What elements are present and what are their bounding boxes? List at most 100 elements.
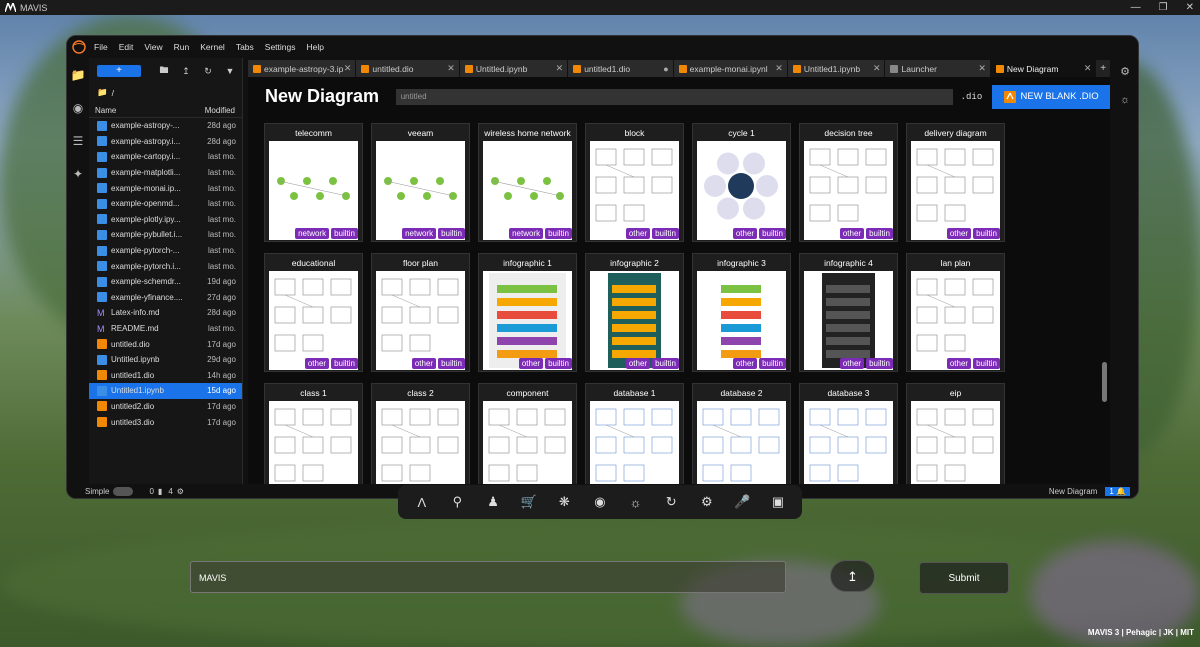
close-button[interactable]: ✕ bbox=[1186, 0, 1194, 15]
template-card[interactable]: infographic 1 other builtin bbox=[478, 253, 577, 372]
file-row[interactable]: example-pybullet.i... last mo. bbox=[89, 227, 242, 243]
template-card[interactable]: block other builtin bbox=[585, 123, 684, 242]
template-card[interactable]: componentsoftwarebuiltin bbox=[478, 383, 577, 498]
running-icon[interactable]: ◉ bbox=[67, 91, 89, 124]
file-row[interactable]: example-yfinance.... 27d ago bbox=[89, 290, 242, 306]
tab-close-icon[interactable]: ✕ bbox=[978, 63, 986, 74]
tab-close-icon[interactable]: ✕ bbox=[1084, 63, 1092, 74]
file-row[interactable]: untitled2.dio 17d ago bbox=[89, 399, 242, 415]
template-thumbnail[interactable] bbox=[590, 271, 679, 370]
tab-close-icon[interactable]: ✕ bbox=[447, 63, 455, 74]
tab-close-icon[interactable]: ✕ bbox=[873, 63, 881, 74]
minimize-button[interactable]: — bbox=[1131, 0, 1141, 15]
file-row[interactable]: M Latex-info.md 28d ago bbox=[89, 305, 242, 321]
file-row[interactable]: untitled3.dio 17d ago bbox=[89, 414, 242, 430]
refresh-icon[interactable]: ↻ bbox=[201, 66, 215, 77]
maximize-button[interactable]: ❐ bbox=[1159, 0, 1168, 15]
template-card[interactable]: telecomm network builtin bbox=[264, 123, 363, 242]
template-card[interactable]: veeam network builtin bbox=[371, 123, 470, 242]
cart-icon[interactable]: 🛒 bbox=[517, 494, 541, 510]
template-card[interactable]: decision tree other builtin bbox=[799, 123, 898, 242]
menu-file[interactable]: File bbox=[94, 42, 108, 52]
extension-icon[interactable]: ✦ bbox=[67, 157, 89, 190]
template-thumbnail[interactable] bbox=[269, 271, 358, 370]
file-row[interactable]: example-astropy.i... 28d ago bbox=[89, 134, 242, 150]
menu-help[interactable]: Help bbox=[307, 42, 324, 52]
search-icon[interactable]: ⚲ bbox=[445, 494, 469, 510]
menu-edit[interactable]: Edit bbox=[119, 42, 134, 52]
scrollbar-thumb[interactable] bbox=[1102, 362, 1107, 402]
template-card[interactable]: cycle 1 other builtin bbox=[692, 123, 791, 242]
template-thumbnail[interactable] bbox=[590, 141, 679, 240]
menu-settings[interactable]: Settings bbox=[265, 42, 296, 52]
tab[interactable]: New Diagram ✕ bbox=[990, 60, 1097, 77]
template-thumbnail[interactable] bbox=[376, 141, 465, 240]
filter-icon[interactable]: ▼ bbox=[223, 66, 237, 76]
tab[interactable]: Untitled1.ipynb ✕ bbox=[787, 60, 886, 77]
screenshot-icon[interactable]: ▣ bbox=[766, 494, 790, 510]
file-row[interactable]: Untitled.ipynb 29d ago bbox=[89, 352, 242, 368]
template-thumbnail[interactable] bbox=[697, 271, 786, 370]
diagram-name-input[interactable] bbox=[395, 88, 953, 105]
template-thumbnail[interactable] bbox=[804, 141, 893, 240]
template-thumbnail[interactable] bbox=[483, 141, 572, 240]
file-row[interactable]: example-monai.ip... last mo. bbox=[89, 180, 242, 196]
palette-icon[interactable]: ☼ bbox=[624, 495, 648, 510]
debugger-icon[interactable]: ☼ bbox=[1112, 86, 1138, 114]
file-row[interactable]: Untitled1.ipynb 15d ago bbox=[89, 383, 242, 399]
template-card[interactable]: floor plan other builtin bbox=[371, 253, 470, 372]
tab[interactable]: untitled.dio ✕ bbox=[356, 60, 460, 77]
menu-tabs[interactable]: Tabs bbox=[236, 42, 254, 52]
menu-kernel[interactable]: Kernel bbox=[200, 42, 225, 52]
tab[interactable]: untitled1.dio ● bbox=[568, 60, 674, 77]
file-row[interactable]: example-cartopy.i... last mo. bbox=[89, 149, 242, 165]
file-row[interactable]: example-openmd... last mo. bbox=[89, 196, 242, 212]
file-row[interactable]: example-pytorch.i... last mo. bbox=[89, 258, 242, 274]
record-icon[interactable]: ◉ bbox=[588, 494, 612, 510]
tab-close-icon[interactable]: ✕ bbox=[556, 63, 564, 74]
property-inspector-icon[interactable]: ⚙ bbox=[1112, 58, 1138, 86]
template-thumbnail[interactable] bbox=[911, 141, 1000, 240]
tab[interactable]: Launcher ✕ bbox=[885, 60, 991, 77]
unsaved-indicator-icon[interactable]: ● bbox=[663, 64, 668, 74]
template-card[interactable]: lan plan other builtin bbox=[906, 253, 1005, 372]
template-card[interactable]: class 1softwarebuiltin bbox=[264, 383, 363, 498]
template-card[interactable]: infographic 3 other builtin bbox=[692, 253, 791, 372]
upload-icon[interactable]: ↥ bbox=[179, 66, 193, 77]
template-thumbnail[interactable] bbox=[269, 141, 358, 240]
file-row[interactable]: example-astropy-... 28d ago bbox=[89, 118, 242, 134]
template-thumbnail[interactable] bbox=[483, 271, 572, 370]
new-folder-icon[interactable]: 🖿 bbox=[157, 63, 171, 79]
simple-mode-toggle[interactable] bbox=[113, 486, 134, 496]
template-card[interactable]: class 2softwarebuiltin bbox=[371, 383, 470, 498]
new-launcher-button[interactable]: + bbox=[97, 65, 141, 77]
template-thumbnail[interactable] bbox=[376, 271, 465, 370]
template-card[interactable]: database 2softwarebuiltin bbox=[692, 383, 791, 498]
file-row[interactable]: example-schemdr... 19d ago bbox=[89, 274, 242, 290]
file-row[interactable]: untitled1.dio 14h ago bbox=[89, 368, 242, 384]
upload-button[interactable]: ↥ bbox=[830, 560, 875, 592]
microphone-icon[interactable]: 🎤 bbox=[730, 494, 754, 510]
breadcrumb[interactable]: 📁 / bbox=[89, 84, 242, 101]
submit-button[interactable]: Submit bbox=[919, 562, 1009, 594]
compass-icon[interactable]: ❋ bbox=[552, 494, 576, 510]
vertical-scrollbar[interactable] bbox=[1101, 120, 1108, 482]
notification-badge[interactable]: 1 🔔 bbox=[1105, 486, 1130, 496]
template-card[interactable]: educational other builtin bbox=[264, 253, 363, 372]
template-card[interactable]: infographic 4 other builtin bbox=[799, 253, 898, 372]
user-icon[interactable]: ♟ bbox=[481, 494, 505, 510]
folder-icon[interactable]: 📁 bbox=[67, 58, 89, 91]
tab[interactable]: Untitled.ipynb ✕ bbox=[459, 60, 569, 77]
chat-input[interactable]: MAVIS bbox=[190, 561, 786, 593]
template-card[interactable]: wireless home network network builtin bbox=[478, 123, 577, 242]
new-blank-dio-button[interactable]: NEW BLANK .DIO bbox=[992, 84, 1110, 109]
new-tab-button[interactable]: + bbox=[1096, 60, 1110, 77]
template-card[interactable]: database 1softwarebuiltin bbox=[585, 383, 684, 498]
template-card[interactable]: database 3softwarebuiltin bbox=[799, 383, 898, 498]
settings-icon[interactable]: ⚙ bbox=[695, 494, 719, 510]
sync-icon[interactable]: ↻ bbox=[659, 494, 683, 510]
tab[interactable]: example-astropy-3.ip ✕ bbox=[248, 60, 357, 77]
tab[interactable]: example-monai.ipynl ✕ bbox=[673, 60, 788, 77]
menu-view[interactable]: View bbox=[144, 42, 162, 52]
template-card[interactable]: eipsoftwarebuiltin bbox=[906, 383, 1005, 498]
